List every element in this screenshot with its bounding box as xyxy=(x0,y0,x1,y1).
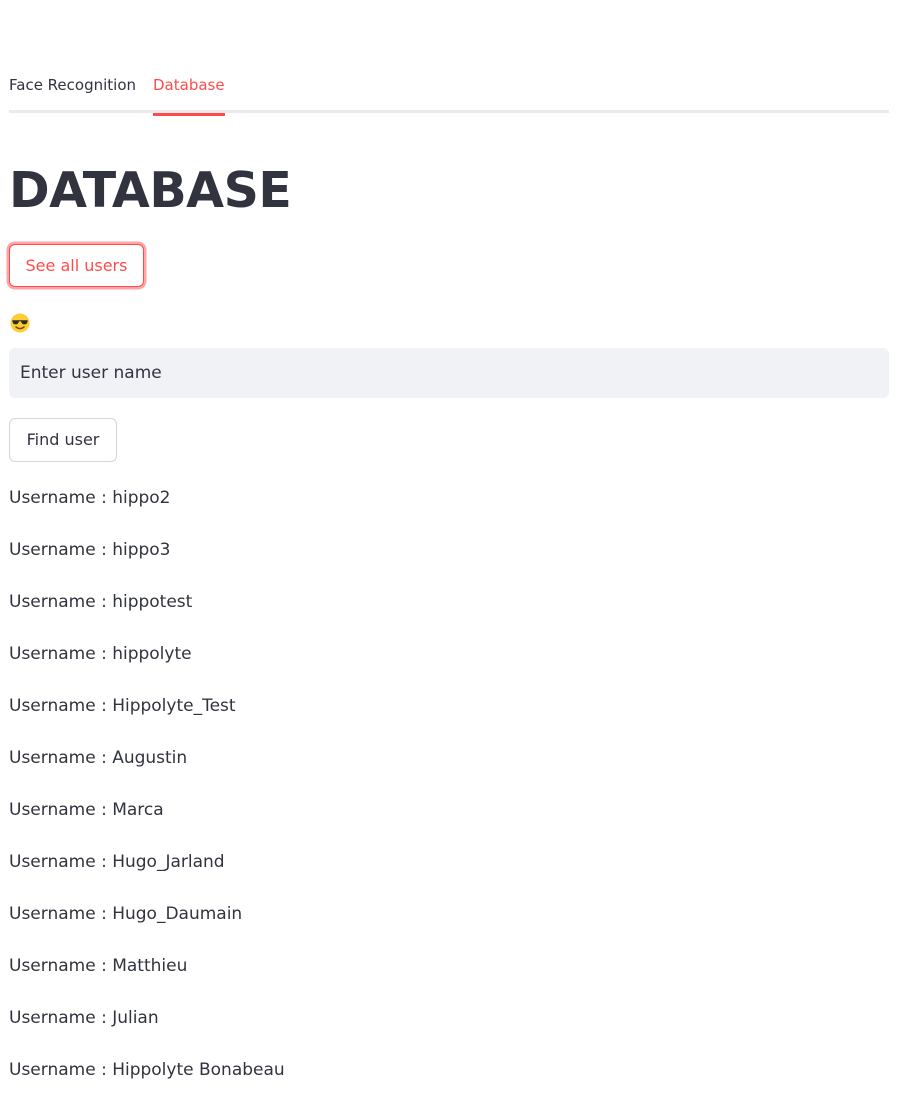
user-list-item: Username : Julian xyxy=(9,1008,159,1028)
see-all-users-button[interactable]: See all users xyxy=(9,244,144,287)
active-tab-indicator xyxy=(153,113,225,116)
tab-bar: Face Recognition Database xyxy=(9,72,889,116)
user-list-item: Username : Marca xyxy=(9,800,164,820)
page-title: DATABASE xyxy=(9,162,292,219)
user-name-field-wrapper xyxy=(9,348,889,398)
tab-database-label: Database xyxy=(153,76,225,94)
user-list-item: Username : Augustin xyxy=(9,748,188,768)
find-user-button[interactable]: Find user xyxy=(9,418,117,462)
app-root: Face Recognition Database DATABASE See a… xyxy=(0,0,905,1104)
user-list-item: Username : Hugo_Daumain xyxy=(9,904,243,924)
user-list: Username : hippo2 Username : hippo3 User… xyxy=(9,484,889,1104)
user-list-item: Username : hippo3 xyxy=(9,540,171,560)
user-list-item: Username : hippolyte xyxy=(9,644,192,664)
tab-face-recognition-label: Face Recognition xyxy=(9,76,137,94)
user-list-item: Username : Hippolyte_Test xyxy=(9,696,236,716)
user-list-item: Username : hippotest xyxy=(9,592,193,612)
sunglasses-face-icon xyxy=(9,312,31,334)
tab-database[interactable]: Database xyxy=(153,72,225,116)
user-list-item: Username : Matthieu xyxy=(9,956,188,976)
user-name-input[interactable] xyxy=(9,348,889,398)
user-list-item: Username : hippo2 xyxy=(9,488,171,508)
user-list-item: Username : Hippolyte Bonabeau xyxy=(9,1060,285,1080)
tab-face-recognition[interactable]: Face Recognition xyxy=(9,72,136,113)
user-list-item: Username : Hugo_Jarland xyxy=(9,852,225,872)
